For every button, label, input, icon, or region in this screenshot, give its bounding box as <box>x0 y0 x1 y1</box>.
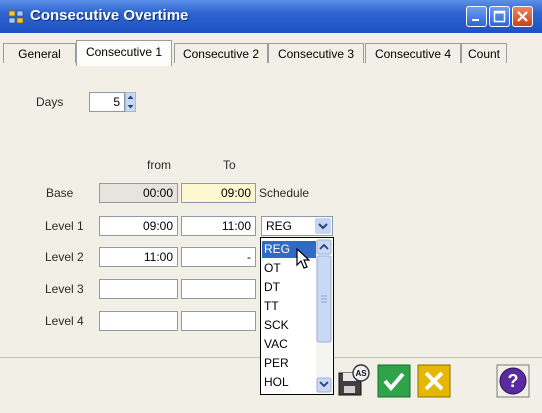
svg-text:?: ? <box>508 371 519 391</box>
level-1-from-input[interactable]: 09:00 <box>99 216 178 236</box>
title-bar[interactable]: Consecutive Overtime <box>0 0 542 33</box>
tab-consecutive-1[interactable]: Consecutive 1 <box>76 40 172 66</box>
days-label: Days <box>36 95 64 109</box>
dropdown-scrollbar[interactable] <box>316 239 332 393</box>
combo-dropdown-button[interactable] <box>315 218 331 234</box>
base-label: Base <box>46 186 74 200</box>
level-4-label: Level 4 <box>45 314 84 328</box>
mouse-cursor-icon <box>296 248 311 269</box>
base-to-field[interactable]: 09:00 <box>181 183 256 203</box>
window-title: Consecutive Overtime <box>30 7 189 24</box>
consecutive-overtime-window: Consecutive Overtime General Consecutive… <box>0 0 542 413</box>
level-1-code-select[interactable]: REG <box>261 216 333 236</box>
help-icon[interactable]: ? <box>496 364 530 398</box>
level-1-label: Level 1 <box>45 219 84 233</box>
base-from-field: 00:00 <box>99 183 178 203</box>
level-4-from-input[interactable] <box>99 311 178 331</box>
tab-consecutive-2[interactable]: Consecutive 2 <box>174 43 268 63</box>
level-2-label: Level 2 <box>45 250 84 264</box>
tab-general[interactable]: General <box>3 43 76 63</box>
level-3-from-input[interactable] <box>99 279 178 299</box>
dropdown-option-sck[interactable]: SCK <box>262 317 316 334</box>
maximize-icon <box>493 10 506 23</box>
maximize-button[interactable] <box>489 6 510 27</box>
level-2-from-input[interactable]: 11:00 <box>99 247 178 267</box>
level-1-to-input[interactable]: 11:00 <box>181 216 256 236</box>
svg-text:AS: AS <box>355 369 367 378</box>
level-4-to-input[interactable] <box>181 311 256 331</box>
days-spinner[interactable] <box>125 92 136 112</box>
level-1-code-value: REG <box>266 219 293 233</box>
chevron-down-icon <box>318 223 328 230</box>
minimize-icon <box>472 19 479 21</box>
dropdown-option-per[interactable]: PER <box>262 355 316 372</box>
tab-consecutive-3[interactable]: Consecutive 3 <box>268 43 364 63</box>
to-column-header: To <box>223 158 236 172</box>
tab-count[interactable]: Count <box>461 43 507 63</box>
days-input[interactable]: 5 <box>89 92 125 112</box>
cancel-x-icon[interactable] <box>417 364 451 398</box>
dropdown-option-hol[interactable]: HOL <box>262 374 316 391</box>
app-icon <box>8 10 24 24</box>
dropdown-option-tt[interactable]: TT <box>262 298 316 315</box>
minimize-button[interactable] <box>466 6 487 27</box>
dropdown-option-vac[interactable]: VAC <box>262 336 316 353</box>
tab-strip: General Consecutive 1 Consecutive 2 Cons… <box>0 33 542 74</box>
ok-check-icon[interactable] <box>377 364 411 398</box>
scrollbar-track <box>316 239 332 393</box>
tab-consecutive-4[interactable]: Consecutive 4 <box>365 43 461 63</box>
schedule-label: Schedule <box>259 186 310 200</box>
level-2-to-input[interactable]: - <box>181 247 256 267</box>
level-3-label: Level 3 <box>45 282 84 296</box>
from-column-header: from <box>147 158 171 172</box>
dropdown-option-dt[interactable]: DT <box>262 279 316 296</box>
close-button[interactable] <box>512 6 533 27</box>
level-3-to-input[interactable] <box>181 279 256 299</box>
close-icon <box>517 11 528 22</box>
save-as-icon[interactable]: AS <box>337 364 371 398</box>
